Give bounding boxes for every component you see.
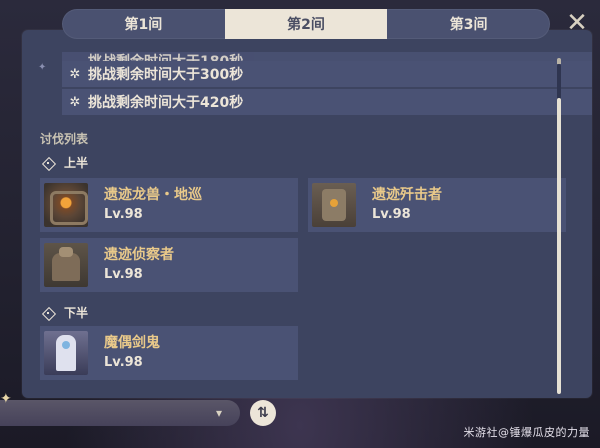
ruin-drake-portrait <box>44 183 88 227</box>
scrollbar[interactable] <box>557 64 561 394</box>
enemy-name: 遗迹歼击者 <box>372 187 442 203</box>
enemy-level: Lv.98 <box>372 207 411 222</box>
diamond-icon <box>42 307 54 319</box>
condition-row: ✲ 挑战剩余时间大于420秒 <box>62 89 592 115</box>
close-button[interactable]: ✕ <box>563 9 591 37</box>
enemy-level: Lv.98 <box>104 355 143 370</box>
enemy-name: 遗迹侦察者 <box>104 247 174 263</box>
ruin-scout-portrait <box>44 243 88 287</box>
condition-text: 挑战剩余时间大于420秒 <box>88 95 244 111</box>
enemy-card[interactable]: 遗迹歼击者 Lv.98 <box>308 178 566 232</box>
close-icon: ✕ <box>566 8 588 38</box>
star-icon: ✦ <box>38 62 47 73</box>
dropdown-bar[interactable] <box>0 400 240 426</box>
tab-chamber-3[interactable]: 第3间 <box>387 9 550 39</box>
enemy-card[interactable]: 遗迹侦察者 Lv.98 <box>40 238 298 292</box>
chamber-tabs-bar: 第1间 第2间 第3间 <box>62 9 550 39</box>
enemy-name: 魔偶剑鬼 <box>104 335 160 351</box>
maguu-kenki-portrait <box>44 331 88 375</box>
second-half-text: 下半 <box>64 306 89 320</box>
first-half-label: 上半 <box>42 154 88 171</box>
enemy-level: Lv.98 <box>104 207 143 222</box>
tab-chamber-1[interactable]: 第1间 <box>62 9 225 39</box>
condition-text: 挑战剩余时间大于300秒 <box>88 67 244 83</box>
ruin-destroyer-portrait <box>312 183 356 227</box>
second-half-label: 下半 <box>42 304 88 321</box>
first-half-text: 上半 <box>64 156 89 170</box>
diamond-icon <box>42 157 54 169</box>
watermark: 米游社@锤爆瓜皮的力量 <box>463 426 590 439</box>
abyss-chamber-panel: ✦ 第1间 第2间 第3间 挑战剩余时间大于180秒 ✲ 挑战剩余时间大于300… <box>22 30 592 398</box>
enemy-level: Lv.98 <box>104 267 143 282</box>
star-icon: ✲ <box>69 66 81 82</box>
condition-row: ✲ 挑战剩余时间大于300秒 <box>62 61 592 87</box>
star-icon: ✲ <box>69 94 81 110</box>
enemy-name: 遗迹龙兽・地巡 <box>104 187 202 203</box>
sort-icon: ⇅ <box>257 405 269 421</box>
tab-chamber-2[interactable]: 第2间 <box>224 9 388 39</box>
enemy-card[interactable]: 魔偶剑鬼 Lv.98 <box>40 326 298 380</box>
star-icon: ✦ <box>0 391 12 407</box>
scrollbar-thumb[interactable] <box>557 98 561 394</box>
enemy-card[interactable]: 遗迹龙兽・地巡 Lv.98 <box>40 178 298 232</box>
enemy-list-title: 讨伐列表 <box>40 132 89 146</box>
sort-button[interactable]: ⇅ <box>250 400 276 426</box>
chevron-down-icon[interactable]: ▾ <box>210 404 228 422</box>
